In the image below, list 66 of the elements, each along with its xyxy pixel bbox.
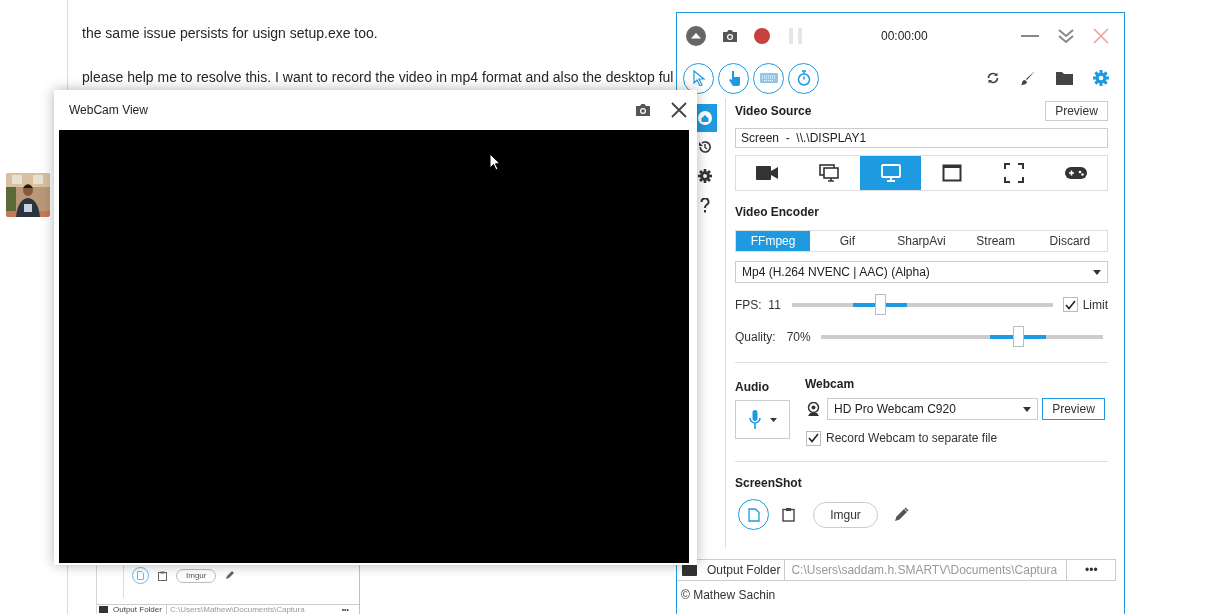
pointer-icon — [691, 70, 706, 86]
pencil-icon — [225, 571, 235, 580]
more-button[interactable]: ••• — [1067, 559, 1117, 581]
preview-button[interactable]: Preview — [1045, 101, 1108, 121]
output-folder-label: Output Folder — [113, 605, 162, 614]
section-title: Video Source — [735, 103, 812, 120]
pencil-icon[interactable] — [894, 507, 909, 522]
source-field[interactable]: Screen - \\.\DISPLAY1 — [735, 128, 1108, 148]
microphone-button[interactable] — [735, 400, 790, 439]
slider-thumb[interactable] — [875, 294, 887, 315]
quality-value: 70% — [786, 328, 811, 346]
fps-value: 11 — [768, 296, 781, 314]
quality-label: Quality: — [735, 328, 776, 346]
brush-icon[interactable] — [1020, 70, 1036, 86]
clipboard-icon[interactable] — [782, 507, 795, 522]
window-title: WebCam View — [69, 102, 148, 119]
format-dropdown[interactable]: Mp4 (H.264 NVENC | AAC) (Alpha) — [735, 261, 1108, 283]
webcam-icon — [807, 401, 820, 417]
preview-button[interactable]: Preview — [1042, 398, 1105, 420]
encoder-tab[interactable]: SharpAvi — [884, 231, 959, 251]
refresh-icon[interactable] — [986, 71, 1000, 85]
screens-icon — [818, 164, 839, 182]
section-title: ScreenShot — [735, 475, 803, 492]
slider-thumb[interactable] — [1013, 326, 1025, 347]
checkbox-label: Limit — [1082, 296, 1108, 314]
caret-icon — [769, 417, 777, 422]
caret-icon — [1093, 269, 1101, 275]
output-folder-label: Output Folder — [707, 562, 782, 579]
quality-slider[interactable] — [820, 326, 1103, 347]
fps-label: FPS: — [735, 296, 763, 314]
stopwatch-icon — [796, 70, 811, 86]
keyboard-icon — [759, 73, 778, 83]
fps-slider[interactable] — [791, 294, 1053, 315]
checkbox[interactable] — [806, 430, 821, 446]
video-camera-icon — [755, 166, 778, 180]
webcam-dropdown[interactable]: HD Pro Webcam C920 — [827, 398, 1038, 420]
monitor-icon — [880, 164, 901, 182]
region-icon — [1004, 163, 1025, 183]
encoder-tab[interactable]: Stream — [958, 231, 1033, 251]
encoder-tab[interactable]: Gif — [810, 231, 885, 251]
folder-icon[interactable] — [1056, 71, 1073, 85]
post-paragraph: the same issue persists for usign setup.exe too. — [82, 24, 379, 43]
copyright: © Mathew Sachin — [681, 587, 777, 604]
microphone-icon — [748, 409, 761, 430]
clipboard-icon — [158, 570, 167, 581]
checkbox-label: Record Webcam to separate file — [826, 430, 998, 447]
close-icon[interactable] — [671, 102, 687, 118]
checkbox[interactable] — [1062, 297, 1078, 312]
section-title: Audio — [735, 379, 770, 396]
output-path: C:\Users\Mathew\Documents\Captura — [165, 605, 330, 614]
section-title: Webcam — [805, 376, 856, 393]
cursor-icon — [489, 153, 501, 171]
double-chevron-icon[interactable] — [1058, 27, 1074, 44]
gamepad-icon — [1065, 166, 1088, 180]
document-icon — [747, 507, 760, 522]
window-icon — [942, 164, 963, 182]
record-icon[interactable] — [754, 27, 770, 44]
post-paragraph: please help me to resolve this. I want to record the video in mp4 format and also the desktop ful — [82, 68, 674, 87]
folder-icon — [99, 606, 108, 613]
hand-icon — [726, 70, 741, 86]
encoder-tab[interactable]: Discard — [1032, 231, 1107, 251]
camera-icon[interactable] — [722, 28, 738, 43]
caret-icon — [1023, 406, 1031, 412]
section-title: Video Encoder — [735, 204, 820, 221]
timer: 00:00:00 — [881, 27, 928, 45]
camera-icon[interactable] — [635, 103, 651, 117]
